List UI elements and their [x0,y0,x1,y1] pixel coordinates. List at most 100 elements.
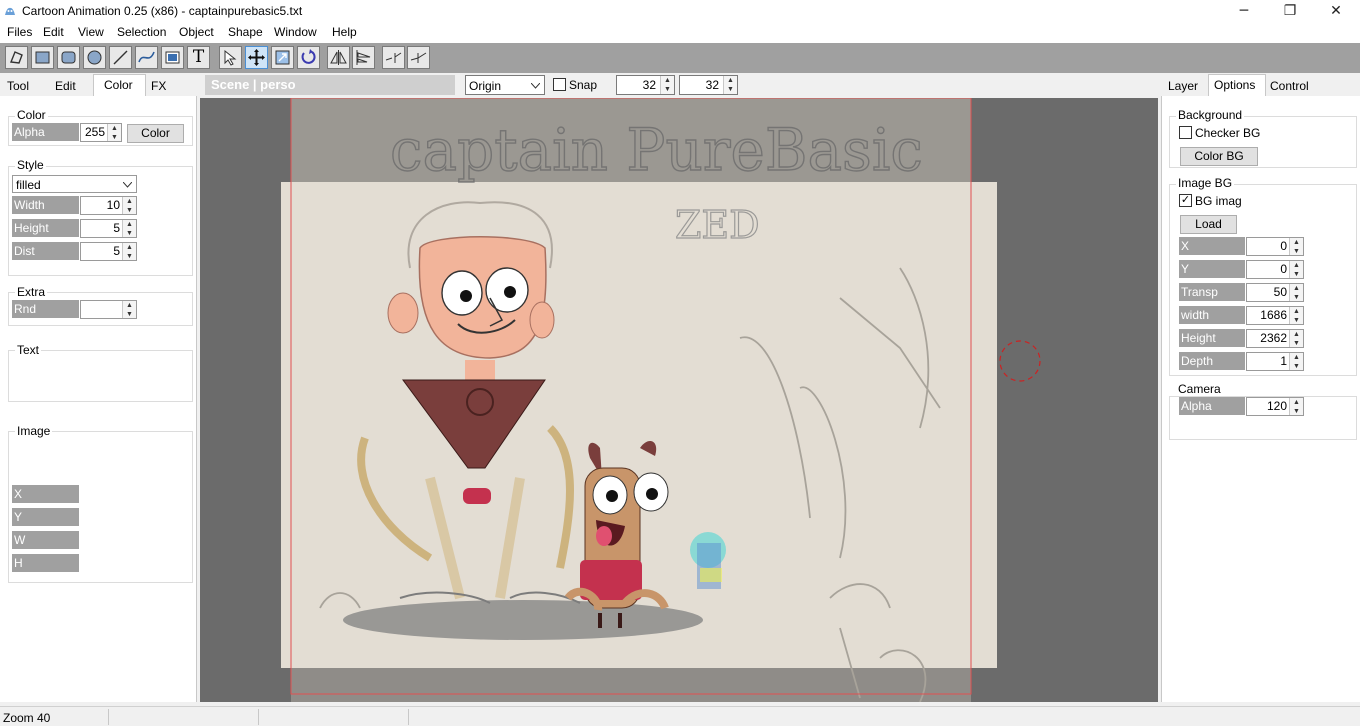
canvas[interactable]: captain PureBasic ZED [200,98,1158,702]
height-spinner[interactable]: ▲ ▼ [122,220,136,237]
bg-width-label: width [1179,306,1245,324]
menu-edit[interactable]: Edit [43,25,64,39]
right-tab-bar: Layer Options Control [1160,74,1360,96]
checker-bg-checkbox[interactable] [1179,126,1192,139]
width-spinner[interactable]: ▲ ▼ [122,197,136,214]
camera-alpha-field[interactable]: 120 ▲ ▼ [1246,397,1304,416]
snap-y-spinner[interactable]: ▲ ▼ [723,76,737,94]
menu-files[interactable]: Files [7,25,32,39]
scale-tool-icon[interactable] [271,46,294,69]
tab-color[interactable]: Color [93,74,146,96]
camera-alpha-spinner[interactable]: ▲ ▼ [1289,398,1303,415]
depth-field[interactable]: 1 ▲ ▼ [1246,352,1304,371]
bg-width-field[interactable]: 1686 ▲ ▼ [1246,306,1304,325]
width-label: Width [12,196,79,214]
bg-x-field[interactable]: 0 ▲ ▼ [1246,237,1304,256]
tab-edit[interactable]: Edit [55,79,76,93]
alpha-value: 255 [84,125,105,139]
origin-select[interactable]: Origin [465,75,545,95]
polygon-tool-icon[interactable] [5,46,28,69]
flip-horizontal-icon[interactable] [327,46,350,69]
image-tool-icon[interactable] [161,46,184,69]
bg-height-field[interactable]: 2362 ▲ ▼ [1246,329,1304,348]
bg-y-field[interactable]: 0 ▲ ▼ [1246,260,1304,279]
maximize-button[interactable]: ❐ [1267,0,1313,23]
bg-width-value: 1686 [1260,308,1287,322]
menu-bar: Files Edit View Selection Object Shape W… [0,23,1360,43]
transp-value: 50 [1273,285,1287,299]
width-field[interactable]: 10 ▲ ▼ [80,196,137,215]
text-group [8,350,193,402]
rnd-field[interactable]: ▲ ▼ [80,300,137,319]
depth-value: 1 [1280,354,1287,368]
bg-width-spinner[interactable]: ▲ ▼ [1289,307,1303,324]
sketch-title-text: captain PureBasic [390,116,923,184]
depth-spinner[interactable]: ▲ ▼ [1289,353,1303,370]
snap-x-spinner[interactable]: ▲ ▼ [660,76,674,94]
snap-y-field[interactable]: 32 ▲ ▼ [679,75,738,95]
snap-x-field[interactable]: 32 ▲ ▼ [616,75,675,95]
rnd-spinner[interactable]: ▲ ▼ [122,301,136,318]
menu-shape[interactable]: Shape [228,25,263,39]
bg-y-value: 0 [1280,262,1287,276]
tab-tool[interactable]: Tool [7,79,29,93]
menu-window[interactable]: Window [274,25,317,39]
snap-checkbox[interactable] [553,78,566,91]
dist-spinner[interactable]: ▲ ▼ [122,243,136,260]
menu-object[interactable]: Object [179,25,214,39]
rounded-rect-tool-icon[interactable] [57,46,80,69]
ellipse-tool-icon[interactable] [83,46,106,69]
join-path-icon[interactable] [407,46,430,69]
load-button[interactable]: Load [1180,215,1237,234]
tab-layer[interactable]: Layer [1168,79,1198,93]
break-path-icon[interactable] [382,46,405,69]
menu-view[interactable]: View [78,25,104,39]
dist-field[interactable]: 5 ▲ ▼ [80,242,137,261]
menu-selection[interactable]: Selection [117,25,166,39]
line-tool-icon[interactable] [109,46,132,69]
bg-y-label: Y [1179,260,1245,278]
canvas-drawing[interactable]: captain PureBasic ZED [200,98,1158,702]
bg-image-checkbox[interactable]: ✓ [1179,194,1192,207]
bg-x-label: X [1179,237,1245,255]
style-select[interactable]: filled [12,175,137,193]
close-button[interactable]: ✕ [1313,0,1359,23]
image-y-label: Y [12,508,79,526]
curve-tool-icon[interactable] [135,46,158,69]
color-bg-button[interactable]: Color BG [1180,147,1258,166]
image-bg-group-label: Image BG [1176,176,1235,190]
transp-spinner[interactable]: ▲ ▼ [1289,284,1303,301]
transp-field[interactable]: 50 ▲ ▼ [1246,283,1304,302]
move-tool-icon[interactable] [245,46,268,69]
menu-help[interactable]: Help [332,25,357,39]
rotate-tool-icon[interactable] [297,46,320,69]
height-value: 5 [113,221,120,235]
rectangle-tool-icon[interactable] [31,46,54,69]
title-bar: Cartoon Animation 0.25 (x86) - captainpu… [0,0,1360,23]
tab-options[interactable]: Options [1208,74,1266,96]
scene-path: Scene | perso [205,75,455,95]
alpha-spinner[interactable]: ▲ ▼ [107,124,121,141]
bg-y-spinner[interactable]: ▲ ▼ [1289,261,1303,278]
chevron-down-icon [123,182,132,188]
camera-alpha-value: 120 [1266,399,1287,413]
minimize-button[interactable]: ─ [1221,0,1267,23]
toolbar: T [0,43,1360,73]
snap-y-value: 32 [705,78,719,92]
background-group-label: Background [1176,108,1245,122]
align-icon[interactable] [352,46,375,69]
alpha-field[interactable]: 255 ▲ ▼ [80,123,122,142]
chevron-down-icon [531,83,540,89]
tab-control[interactable]: Control [1270,79,1309,93]
height-field[interactable]: 5 ▲ ▼ [80,219,137,238]
sketch-zed-text: ZED [675,203,760,247]
app-icon [5,7,15,15]
select-tool-icon[interactable] [219,46,242,69]
bg-height-spinner[interactable]: ▲ ▼ [1289,330,1303,347]
text-tool-icon[interactable]: T [187,46,210,69]
snap-label: Snap [569,78,598,92]
image-w-label: W [12,531,79,549]
color-button[interactable]: Color [127,124,184,143]
bg-x-spinner[interactable]: ▲ ▼ [1289,238,1303,255]
tab-fx[interactable]: FX [151,79,166,93]
